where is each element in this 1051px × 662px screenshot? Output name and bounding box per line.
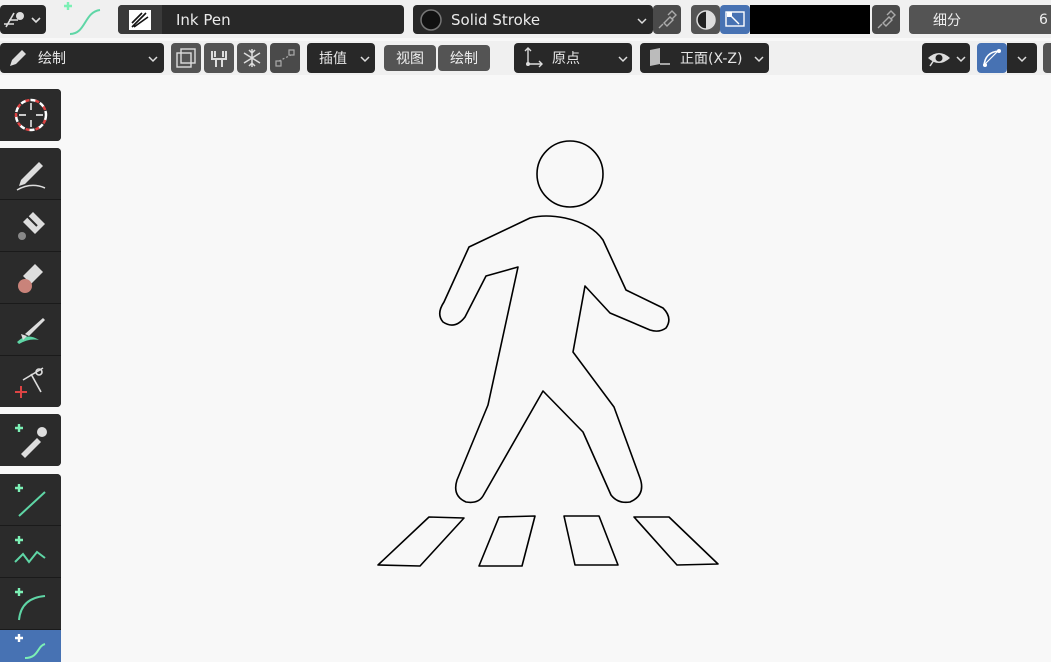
cursor-tool[interactable] bbox=[0, 89, 61, 141]
tint-tool[interactable] bbox=[0, 304, 61, 356]
color-mode-vertex-button[interactable] bbox=[720, 5, 750, 34]
crosswalk-stripe-2 bbox=[478, 515, 536, 567]
view-menu-button[interactable]: 视图 bbox=[384, 45, 436, 71]
arc-tool[interactable] bbox=[0, 578, 61, 630]
gizmo-dropdown[interactable] bbox=[1007, 43, 1037, 73]
curve-edit-icon bbox=[275, 49, 295, 67]
pencil-icon bbox=[10, 50, 26, 66]
subdivision-value: 6 bbox=[1039, 11, 1048, 28]
mode-label: 绘制 bbox=[38, 51, 66, 67]
overlay-toggle-button[interactable] bbox=[1043, 43, 1051, 73]
grease-pencil-editor-icon bbox=[4, 12, 41, 28]
interpolate-menu[interactable]: 插值 bbox=[307, 43, 375, 73]
line-tool[interactable] bbox=[0, 474, 61, 526]
tool-group-primitives bbox=[0, 474, 61, 662]
polyline-tool[interactable] bbox=[0, 526, 61, 578]
header-bar: Ink Pen Solid Stroke 细分 6 bbox=[0, 0, 1051, 38]
tool-group-paint bbox=[0, 148, 61, 407]
pin-icon bbox=[658, 9, 677, 28]
pin-color-button[interactable] bbox=[872, 5, 900, 34]
fill-icon bbox=[17, 211, 45, 240]
color-mode-material-button[interactable] bbox=[691, 5, 720, 34]
chevron-down-icon bbox=[618, 56, 628, 63]
snap-icon bbox=[211, 51, 227, 67]
eyedropper-tool[interactable] bbox=[0, 414, 61, 466]
curve-edit-button[interactable] bbox=[270, 43, 300, 73]
figure-head bbox=[536, 140, 604, 208]
chevron-down-icon bbox=[1017, 56, 1027, 63]
scissors-icon bbox=[14, 366, 43, 398]
freeze-button[interactable] bbox=[237, 43, 267, 73]
fill-tool[interactable] bbox=[0, 200, 61, 252]
curve-tool[interactable] bbox=[0, 630, 61, 662]
gizmo-icon bbox=[983, 49, 1001, 67]
draw-tool[interactable] bbox=[0, 148, 61, 200]
chevron-down-icon bbox=[360, 56, 370, 63]
interpolate-label: 插值 bbox=[319, 51, 347, 67]
viewport-canvas[interactable] bbox=[64, 78, 1051, 662]
figure-body bbox=[438, 215, 670, 504]
draw-menu-button[interactable]: 绘制 bbox=[438, 45, 490, 71]
view-label: 视图 bbox=[396, 51, 424, 67]
tint-brush-icon bbox=[16, 317, 45, 344]
crosswalk-stripe-4 bbox=[633, 516, 719, 566]
front-plane-icon bbox=[650, 48, 670, 66]
brush-name: Ink Pen bbox=[176, 10, 231, 29]
draw-label: 绘制 bbox=[450, 51, 478, 67]
eyedropper-icon bbox=[14, 424, 47, 458]
chevron-down-icon bbox=[754, 56, 764, 63]
cursor-icon bbox=[14, 98, 47, 132]
gizmo-toggle-button[interactable] bbox=[977, 43, 1007, 73]
subdivision-label: 细分 bbox=[933, 12, 961, 29]
crosswalk-stripe-1 bbox=[377, 516, 465, 567]
snowflake-icon bbox=[243, 49, 261, 67]
arc-icon bbox=[14, 587, 45, 620]
pedestrian-crossing-drawing bbox=[377, 140, 719, 567]
editor-type-button[interactable] bbox=[0, 5, 46, 34]
origin-selector[interactable]: 原点 bbox=[514, 43, 632, 73]
pin-icon bbox=[877, 9, 896, 28]
active-tool-curve-icon[interactable] bbox=[58, 0, 106, 38]
tool-group-cursor bbox=[0, 89, 61, 141]
crosswalk-stripe-3 bbox=[563, 515, 619, 566]
chevron-down-icon bbox=[956, 56, 966, 63]
chevron-down-icon bbox=[148, 56, 158, 63]
eraser-icon bbox=[17, 263, 43, 293]
chevron-down-icon bbox=[637, 18, 647, 25]
tool-settings-bar: 绘制 插值 视图 绘制 原点 正面(X-Z) bbox=[0, 41, 1051, 75]
multiframe-button[interactable] bbox=[171, 43, 201, 73]
material-name: Solid Stroke bbox=[451, 10, 541, 29]
tool-group-eyedropper bbox=[0, 414, 61, 466]
material-color-icon bbox=[695, 9, 716, 30]
pin-material-button[interactable] bbox=[653, 5, 681, 34]
origin-icon bbox=[524, 47, 543, 68]
line-icon bbox=[14, 483, 46, 517]
erase-tool[interactable] bbox=[0, 252, 61, 304]
mode-selector[interactable]: 绘制 bbox=[0, 43, 164, 73]
brush-preview-icon bbox=[118, 5, 162, 34]
curve-icon bbox=[14, 634, 45, 659]
plane-label: 正面(X-Z) bbox=[680, 51, 743, 67]
cutter-tool[interactable] bbox=[0, 356, 61, 407]
origin-label: 原点 bbox=[552, 51, 580, 67]
brush-selector[interactable]: Ink Pen bbox=[118, 5, 404, 34]
draw-icon bbox=[16, 161, 45, 191]
eye-icon bbox=[928, 53, 950, 67]
visibility-selector[interactable] bbox=[922, 43, 970, 73]
multiframe-icon bbox=[176, 48, 196, 68]
vertex-color-icon bbox=[725, 10, 745, 27]
color-swatch[interactable] bbox=[750, 5, 870, 34]
snap-button[interactable] bbox=[204, 43, 234, 73]
material-sphere-icon bbox=[420, 8, 442, 31]
subdivision-field[interactable]: 细分 6 bbox=[909, 5, 1051, 34]
material-selector[interactable]: Solid Stroke bbox=[413, 5, 653, 34]
polyline-icon bbox=[13, 535, 46, 564]
drawing-plane-selector[interactable]: 正面(X-Z) bbox=[640, 43, 769, 73]
